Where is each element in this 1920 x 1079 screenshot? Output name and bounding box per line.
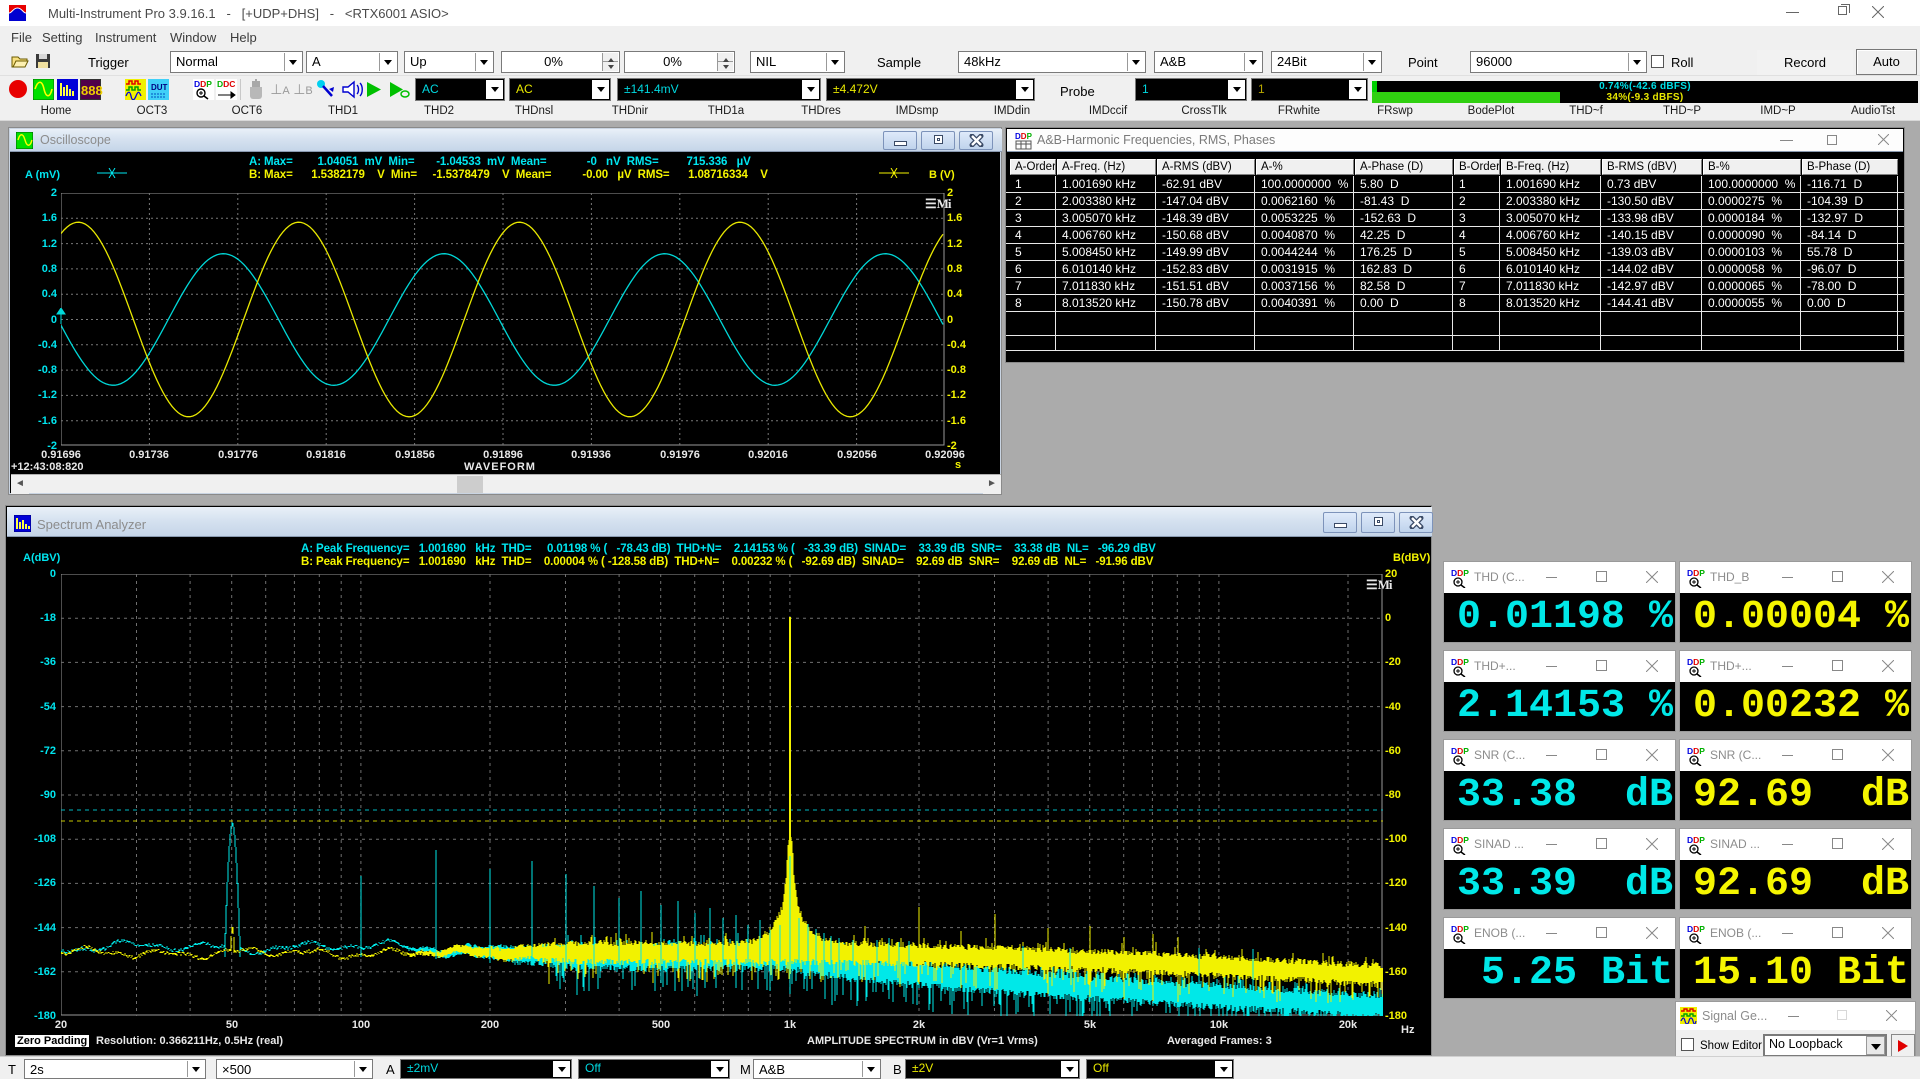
svg-text:DDP: DDP: [1451, 568, 1469, 578]
svg-text:DUT: DUT: [151, 83, 168, 92]
svg-text:DDP: DDP: [1451, 924, 1469, 934]
svg-text:DDP: DDP: [1451, 746, 1469, 756]
svg-text:DDP: DDP: [1451, 657, 1469, 667]
svg-text:DDP: DDP: [1451, 835, 1469, 845]
svg-text:DDP: DDP: [1687, 924, 1705, 934]
svg-text:DDP: DDP: [1687, 568, 1705, 578]
svg-text:DDP: DDP: [194, 79, 212, 89]
svg-text:DDP: DDP: [1015, 132, 1032, 141]
svg-text:DDP: DDP: [1687, 746, 1705, 756]
svg-text:DDP: DDP: [1687, 835, 1705, 845]
svg-text:DDP: DDP: [1687, 657, 1705, 667]
svg-text:DDC: DDC: [217, 79, 235, 89]
